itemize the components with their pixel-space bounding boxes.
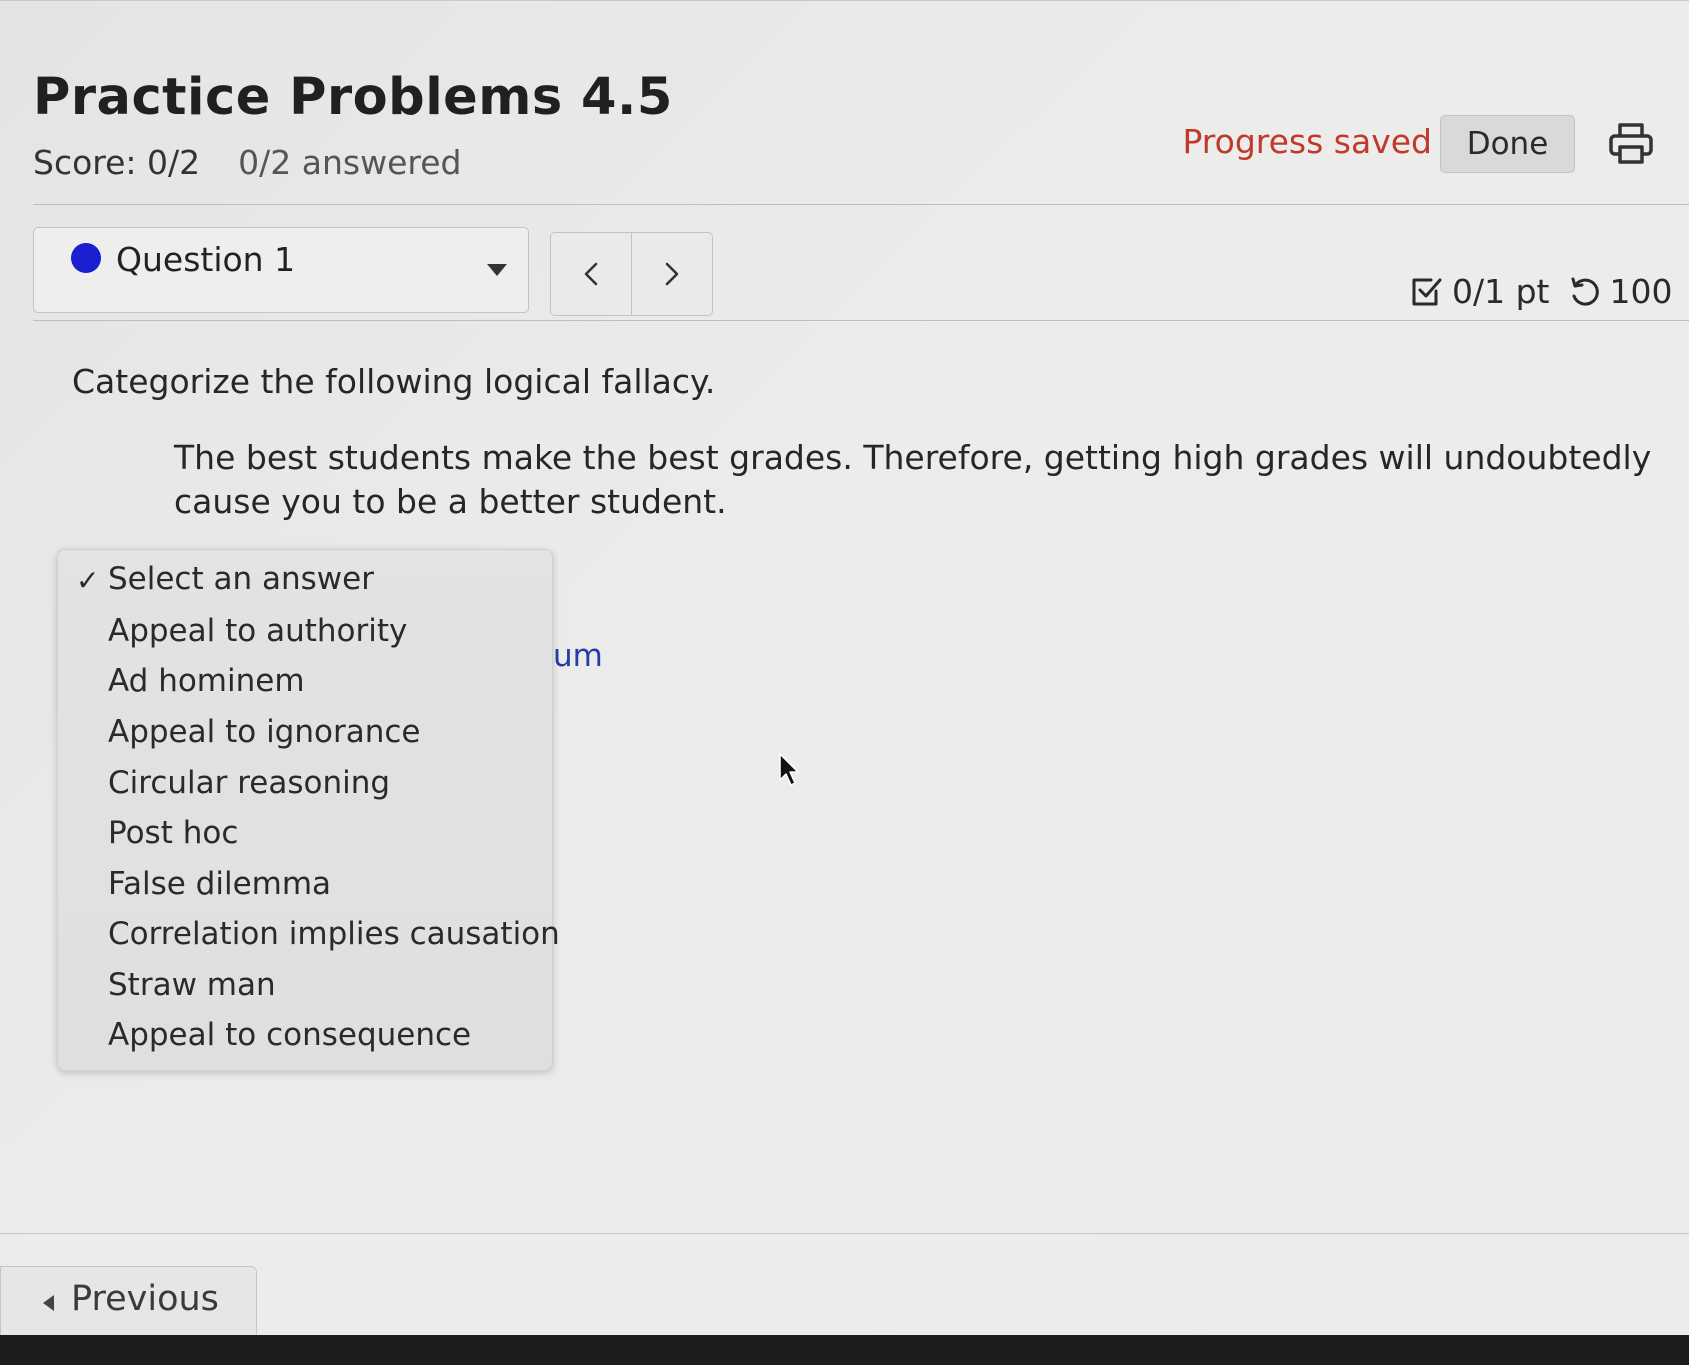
mouse-pointer-icon bbox=[778, 752, 802, 792]
answered-count: 0/2 answered bbox=[238, 143, 462, 182]
screen-bezel bbox=[0, 1335, 1689, 1365]
retry-icon bbox=[1571, 277, 1599, 306]
score-summary: Score: 0/2 0/2 answered bbox=[33, 143, 461, 182]
dropdown-option-appeal-to-ignorance[interactable]: Appeal to ignorance bbox=[108, 714, 420, 750]
question-nav-buttons bbox=[550, 232, 713, 316]
hidden-answer-link: um bbox=[553, 638, 603, 674]
caret-left-icon bbox=[43, 1295, 54, 1311]
score-text: Score: 0/2 bbox=[33, 143, 201, 182]
checkmark-icon: ✓ bbox=[76, 564, 100, 597]
question-prompt: Categorize the following logical fallacy… bbox=[72, 362, 716, 401]
question-points: 0/1 pt 100 bbox=[1410, 272, 1673, 311]
next-question-button[interactable] bbox=[631, 233, 712, 315]
footer-divider bbox=[0, 1233, 1689, 1234]
chevron-left-icon bbox=[584, 262, 598, 286]
dropdown-option-circular-reasoning[interactable]: Circular reasoning bbox=[108, 765, 390, 801]
caret-down-icon bbox=[487, 264, 507, 276]
question-statement: The best students make the best grades. … bbox=[174, 438, 1652, 521]
previous-question-button[interactable] bbox=[551, 233, 631, 315]
chevron-right-icon bbox=[665, 262, 679, 286]
checkbox-icon bbox=[1412, 278, 1442, 305]
printer-icon[interactable] bbox=[1608, 120, 1654, 166]
attempts-remaining: 100 bbox=[1609, 272, 1673, 311]
previous-label: Previous bbox=[71, 1279, 219, 1319]
top-divider bbox=[0, 0, 1689, 1]
page-title: Practice Problems 4.5 bbox=[33, 68, 673, 127]
dropdown-option-post-hoc[interactable]: Post hoc bbox=[108, 815, 238, 851]
question-selector-label: Question 1 bbox=[116, 240, 296, 279]
dropdown-option-straw-man[interactable]: Straw man bbox=[108, 967, 276, 1003]
dropdown-option-appeal-to-authority[interactable]: Appeal to authority bbox=[108, 613, 407, 649]
dropdown-option-ad-hominem[interactable]: Ad hominem bbox=[108, 663, 305, 699]
points-text: 0/1 pt bbox=[1452, 272, 1550, 311]
header-divider bbox=[33, 204, 1689, 205]
answer-dropdown-menu: ✓ Select an answer Appeal to authority A… bbox=[57, 549, 560, 1071]
dropdown-option-false-dilemma[interactable]: False dilemma bbox=[108, 866, 331, 902]
dropdown-option-correlation-implies-causation[interactable]: Correlation implies causation bbox=[108, 916, 560, 952]
question-selector[interactable]: Question 1 bbox=[33, 227, 529, 313]
previous-button[interactable]: Previous bbox=[0, 1266, 257, 1336]
dropdown-option-select-an-answer[interactable]: Select an answer bbox=[108, 561, 374, 597]
done-button[interactable]: Done bbox=[1440, 115, 1575, 173]
progress-status: Progress saved bbox=[1182, 122, 1432, 161]
question-divider bbox=[33, 320, 1689, 321]
question-status-dot bbox=[71, 243, 101, 273]
dropdown-option-appeal-to-consequence[interactable]: Appeal to consequence bbox=[108, 1017, 471, 1053]
